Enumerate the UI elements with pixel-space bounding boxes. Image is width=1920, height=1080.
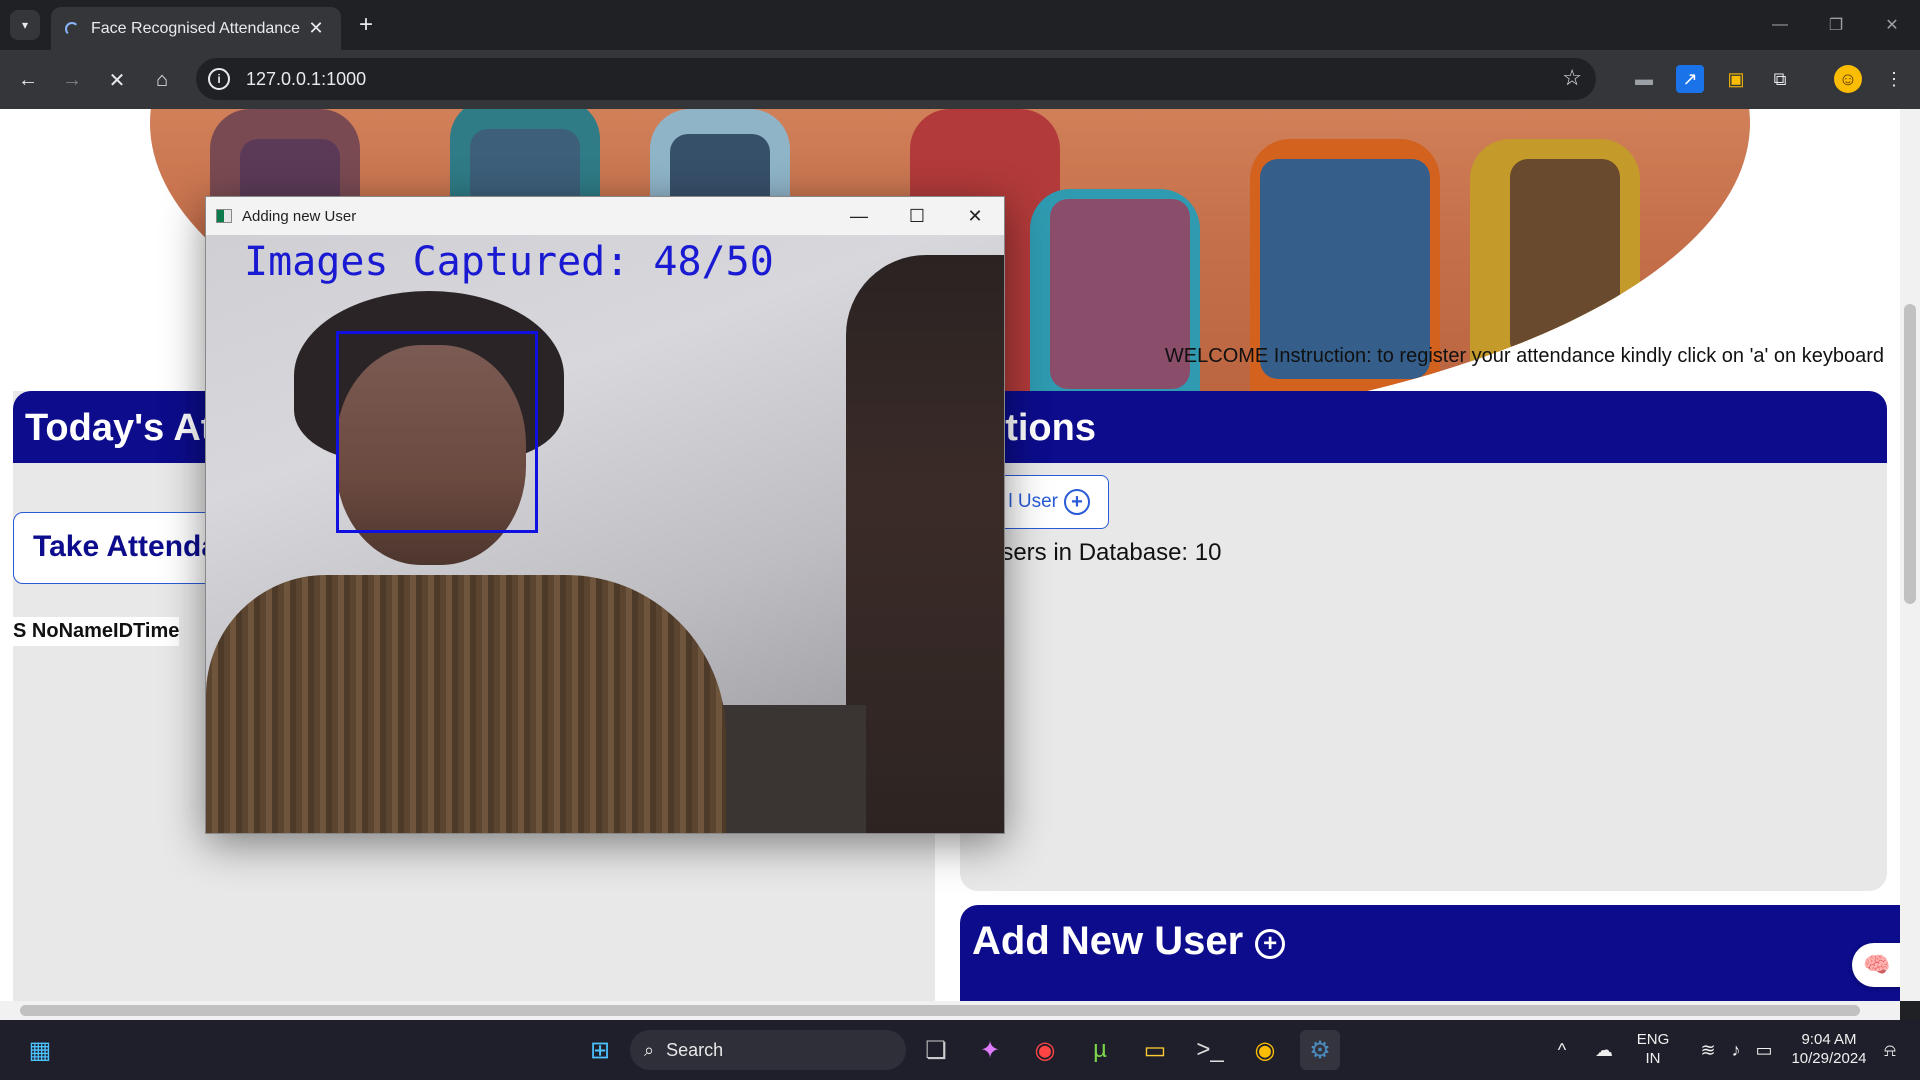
- vertical-scroll-thumb[interactable]: [1904, 304, 1916, 604]
- clock[interactable]: 9:04 AM 10/29/2024: [1786, 1030, 1872, 1068]
- widgets-icon[interactable]: ▦: [20, 1030, 60, 1070]
- search-label: Search: [666, 1039, 724, 1060]
- site-info-icon[interactable]: i: [208, 68, 230, 90]
- python-app-icon: [216, 209, 232, 223]
- extension-3-icon[interactable]: ▣: [1722, 65, 1750, 93]
- close-window-button[interactable]: ✕: [1864, 0, 1920, 50]
- capture-window-titlebar[interactable]: Adding new User — ☐ ✕: [206, 197, 1004, 235]
- browser-menu-icon[interactable]: ⋮: [1880, 65, 1908, 93]
- maximize-capture-button[interactable]: ☐: [888, 197, 946, 235]
- browser-toolbar: ← → ✕ ⌂ i 127.0.0.1:1000 ☆ ▬ ↗ ▣ ⧉ ☺ ⋮: [0, 50, 1920, 109]
- add-user-label: l User: [1008, 491, 1058, 512]
- profile-avatar-icon[interactable]: ☺: [1834, 65, 1862, 93]
- home-button[interactable]: ⌂: [146, 64, 178, 96]
- language-bottom: IN: [1645, 1050, 1661, 1067]
- column-id: ID: [113, 620, 134, 642]
- tab-close-icon[interactable]: ✕: [305, 18, 327, 39]
- extensions-puzzle-icon[interactable]: ⧉: [1766, 65, 1794, 93]
- add-new-user-header: Add New User +: [960, 905, 1905, 1001]
- language-indicator[interactable]: ENG IN: [1628, 1030, 1678, 1068]
- start-button-icon[interactable]: ⊞: [580, 1030, 620, 1070]
- clock-date: 10/29/2024: [1791, 1050, 1867, 1067]
- capture-window-title: Adding new User: [242, 207, 357, 225]
- face-detection-box: [336, 331, 538, 533]
- extension-2-icon[interactable]: ↗: [1676, 65, 1704, 93]
- chrome-icon[interactable]: ◉: [1025, 1030, 1065, 1070]
- onedrive-icon[interactable]: ☁: [1584, 1030, 1624, 1070]
- copilot-icon[interactable]: ✦: [970, 1030, 1010, 1070]
- python-icon[interactable]: ⚙: [1300, 1030, 1340, 1070]
- battery-icon[interactable]: ▭: [1744, 1030, 1784, 1070]
- extension-1-icon[interactable]: ▬: [1630, 65, 1658, 93]
- minimize-window-button[interactable]: —: [1752, 0, 1808, 50]
- background-shelf: [706, 705, 866, 833]
- column-time: Time: [133, 620, 180, 642]
- attendance-table-header: S No Name ID Time: [13, 617, 180, 646]
- welcome-instruction: WELCOME Instruction: to register your at…: [1164, 345, 1884, 367]
- window-controls: — ❐ ✕: [1752, 0, 1920, 50]
- options-panel: ptions l User + l Users in Database: 10: [960, 391, 1887, 891]
- clock-time: 9:04 AM: [1801, 1031, 1857, 1048]
- bookmark-star-icon[interactable]: ☆: [1562, 65, 1582, 91]
- close-capture-button[interactable]: ✕: [946, 197, 1004, 235]
- vertical-scrollbar[interactable]: [1900, 109, 1920, 1001]
- subject-shirt: [206, 575, 726, 833]
- webcam-frame: Images Captured: 48/50: [206, 235, 1004, 833]
- back-button[interactable]: ←: [12, 64, 44, 96]
- column-name: Name: [58, 620, 114, 642]
- add-new-user-title: Add New User: [972, 919, 1244, 963]
- chrome-profile-icon[interactable]: ◉: [1245, 1030, 1285, 1070]
- forward-button[interactable]: →: [56, 64, 88, 96]
- address-bar[interactable]: i 127.0.0.1:1000 ☆: [196, 58, 1596, 100]
- task-view-icon[interactable]: ❏: [916, 1030, 956, 1070]
- opencv-capture-window[interactable]: Adding new User — ☐ ✕ Images Captured: 4…: [205, 196, 1005, 834]
- add-circle-icon: +: [1255, 929, 1286, 959]
- language-top: ENG: [1636, 1031, 1670, 1048]
- stop-loading-button[interactable]: ✕: [101, 64, 133, 96]
- tab-title: Face Recognised Attendance: [91, 19, 301, 37]
- new-tab-button[interactable]: +: [352, 11, 380, 39]
- windows-taskbar: ▦ ⊞ ⌕ Search ❏ ✦ ◉ µ ▭ >_ ◉ ⚙ ^ ☁ ENG IN…: [0, 1020, 1920, 1080]
- browser-tab[interactable]: Face Recognised Attendance ✕: [51, 7, 341, 50]
- screen: ▾ Face Recognised Attendance ✕ + — ❐ ✕ ←…: [0, 0, 1920, 1080]
- add-circle-icon: +: [1064, 489, 1090, 515]
- notifications-icon[interactable]: ⍾: [1870, 1030, 1910, 1070]
- restore-window-button[interactable]: ❐: [1808, 0, 1864, 50]
- column-sno: S No: [13, 620, 59, 642]
- tray-overflow-icon[interactable]: ^: [1542, 1030, 1582, 1070]
- horizontal-scroll-thumb[interactable]: [20, 1005, 1860, 1016]
- tab-search-button[interactable]: ▾: [10, 10, 40, 40]
- assistant-brain-icon[interactable]: 🧠: [1852, 943, 1902, 987]
- taskbar-search[interactable]: ⌕ Search: [630, 1030, 906, 1070]
- browser-tab-strip: ▾ Face Recognised Attendance ✕ + — ❐ ✕: [0, 0, 1920, 50]
- minimize-capture-button[interactable]: —: [830, 197, 888, 235]
- total-users-text: l Users in Database: 10: [972, 539, 1222, 566]
- background-person: [846, 255, 1004, 833]
- utorrent-icon[interactable]: µ: [1080, 1030, 1120, 1070]
- loading-spinner-icon: [65, 21, 79, 36]
- terminal-icon[interactable]: >_: [1190, 1030, 1230, 1070]
- horizontal-scrollbar[interactable]: [0, 1001, 1900, 1020]
- url-text: 127.0.0.1:1000: [246, 68, 367, 89]
- images-captured-caption: Images Captured: 48/50: [244, 239, 774, 285]
- search-icon: ⌕: [644, 1039, 655, 1060]
- options-header: ptions: [960, 391, 1887, 463]
- file-explorer-icon[interactable]: ▭: [1135, 1030, 1175, 1070]
